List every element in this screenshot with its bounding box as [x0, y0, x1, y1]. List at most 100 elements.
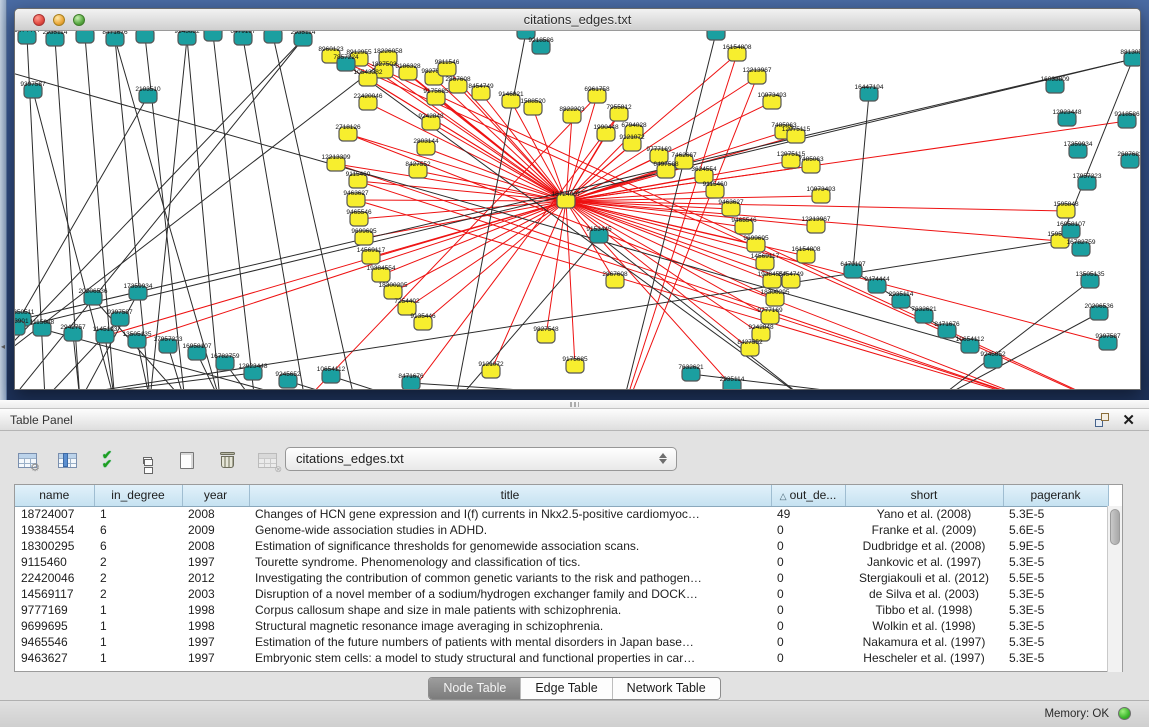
network-canvas[interactable]: 1872400789601238912955182260581827503818… — [15, 31, 1140, 390]
graph-node[interactable]: 2687682 — [1117, 151, 1140, 168]
graph-node[interactable]: 8186328 — [395, 63, 421, 80]
graph-node[interactable]: 19384554 — [367, 265, 396, 282]
graph-node[interactable]: 16154808 — [723, 44, 752, 61]
graph-node[interactable]: 2935114 — [291, 31, 316, 46]
graph-node[interactable]: 7632621 — [911, 306, 937, 323]
table-cell[interactable]: 2012 — [182, 570, 249, 586]
table-cell[interactable]: 5.3E-5 — [1003, 586, 1108, 602]
graph-node[interactable]: 2867608 — [445, 76, 471, 93]
table-cell[interactable]: 2003 — [182, 586, 249, 602]
graph-node[interactable]: 8454749 — [468, 83, 494, 100]
table-cell[interactable]: 1997 — [182, 634, 249, 650]
table-row[interactable]: 977716911998Corpus callosum shape and si… — [15, 602, 1108, 618]
graph-node[interactable]: 8813054 — [1120, 49, 1140, 66]
graph-node[interactable]: 9465546 — [346, 209, 372, 226]
table-cell[interactable]: 5.3E-5 — [1003, 634, 1108, 650]
table-cell[interactable]: 18300295 — [15, 538, 94, 554]
graph-node[interactable]: 6479197 — [230, 31, 256, 45]
graph-node[interactable]: 9463627 — [718, 199, 744, 216]
table-cell[interactable]: 0 — [771, 522, 845, 538]
table-cell[interactable]: 2009 — [182, 522, 249, 538]
graph-node[interactable]: 16033809 — [199, 31, 228, 41]
table-cell[interactable]: 1 — [94, 602, 182, 618]
table-cell[interactable]: 5.3E-5 — [1003, 602, 1108, 618]
table-cell[interactable]: Investigating the contribution of common… — [249, 570, 771, 586]
graph-node[interactable]: 9397587 — [107, 309, 133, 326]
table-row[interactable]: 911546021997Tourette syndrome. Phenomeno… — [15, 554, 1108, 570]
table-cell[interactable]: Stergiakouli et al. (2012) — [845, 570, 1003, 586]
graph-node[interactable]: 9218586 — [528, 37, 554, 54]
graph-node[interactable]: 1588520 — [520, 98, 546, 115]
memory-status-indicator[interactable] — [1118, 707, 1131, 720]
table-cell[interactable]: de Silva et al. (2003) — [845, 586, 1003, 602]
graph-node[interactable]: 17957223 — [1073, 173, 1102, 190]
table-cell[interactable]: 5.3E-5 — [1003, 618, 1108, 634]
table-row[interactable]: 1456911722003Disruption of a novel membe… — [15, 586, 1108, 602]
column-header-name[interactable]: name — [15, 485, 94, 506]
row-height-button[interactable] — [134, 447, 160, 473]
graph-node[interactable]: 2867608 — [602, 271, 628, 288]
table-cell[interactable]: 5.3E-5 — [1003, 554, 1108, 570]
table-cell[interactable]: 5.6E-5 — [1003, 522, 1108, 538]
graph-node[interactable]: 9245652 — [980, 351, 1006, 368]
table-cell[interactable]: 9463627 — [15, 650, 94, 666]
table-cell[interactable]: Estimation of the future numbers of pati… — [249, 634, 771, 650]
graph-node[interactable]: 9153445 — [586, 226, 612, 243]
table-cell[interactable]: 6 — [94, 522, 182, 538]
table-cell[interactable]: Wolkin et al. (1998) — [845, 618, 1003, 634]
table-cell[interactable]: Franke et al. (2009) — [845, 522, 1003, 538]
graph-node[interactable]: 13505135 — [1076, 271, 1105, 288]
graph-node[interactable]: 9474444 — [15, 31, 40, 44]
table-cell[interactable]: 49 — [771, 506, 845, 522]
graph-node[interactable]: 8427552 — [737, 339, 763, 356]
table-row[interactable]: 1938455462009Genome-wide association stu… — [15, 522, 1108, 538]
column-header-title[interactable]: title — [249, 485, 771, 506]
table-cell[interactable]: 0 — [771, 570, 845, 586]
graph-node[interactable]: 20206536 — [79, 288, 108, 305]
table-cell[interactable]: 2008 — [182, 506, 249, 522]
table-cell[interactable]: Embryonic stem cells: a model to study s… — [249, 650, 771, 666]
column-header-in_degree[interactable]: in_degree — [94, 485, 182, 506]
graph-node[interactable]: 2803144 — [413, 138, 439, 155]
graph-node[interactable]: 16447194 — [855, 84, 884, 101]
graph-node[interactable]: 14569117 — [751, 253, 780, 270]
table-cell[interactable]: Tourette syndrome. Phenomenology and cla… — [249, 554, 771, 570]
graph-node[interactable]: 9115460 — [703, 181, 728, 198]
graph-node[interactable]: 1595848 — [1053, 201, 1079, 218]
table-cell[interactable]: 0 — [771, 618, 845, 634]
graph-node[interactable]: 9245652 — [174, 31, 200, 45]
table-settings-button[interactable]: ⚙ — [14, 447, 40, 473]
graph-node[interactable]: 8471676 — [102, 31, 128, 46]
graph-node[interactable]: 9121072 — [619, 134, 645, 151]
graph-node[interactable]: 7632621 — [678, 364, 704, 381]
table-cell[interactable]: 0 — [771, 538, 845, 554]
table-cell[interactable]: 0 — [771, 602, 845, 618]
table-cell[interactable]: 1 — [94, 634, 182, 650]
graph-node[interactable]: 9827548 — [533, 326, 559, 343]
graph-node[interactable]: 2935114 — [720, 376, 745, 390]
table-cell[interactable]: 0 — [771, 634, 845, 650]
table-row[interactable]: 946362711997Embryonic stem cells: a mode… — [15, 650, 1108, 666]
table-cell[interactable]: 9465546 — [15, 634, 94, 650]
tab-node-table[interactable]: Node Table — [429, 678, 520, 699]
table-cell[interactable]: 1997 — [182, 650, 249, 666]
split-pane-divider[interactable] — [0, 400, 1149, 409]
column-header-year[interactable]: year — [182, 485, 249, 506]
network-window-titlebar[interactable]: citations_edges.txt — [15, 9, 1140, 31]
tab-edge-table[interactable]: Edge Table — [520, 678, 611, 699]
table-cell[interactable]: 9699695 — [15, 618, 94, 634]
table-row[interactable]: 946554611997Estimation of the future num… — [15, 634, 1108, 650]
table-cell[interactable]: 6 — [94, 538, 182, 554]
tab-network-table[interactable]: Network Table — [612, 678, 720, 699]
table-cell[interactable]: 19384554 — [15, 522, 94, 538]
float-panel-icon[interactable] — [1095, 413, 1109, 427]
table-cell[interactable]: Structural magnetic resonance image aver… — [249, 618, 771, 634]
table-cell[interactable]: Changes of HCN gene expression and I(f) … — [249, 506, 771, 522]
graph-node[interactable]: 20206536 — [1085, 303, 1114, 320]
graph-node[interactable]: 9474444 — [260, 31, 286, 43]
table-row[interactable]: 1830029562008Estimation of significance … — [15, 538, 1108, 554]
graph-node[interactable]: 16782759 — [211, 353, 240, 370]
graph-node[interactable]: 9397587 — [20, 81, 46, 98]
graph-node[interactable]: 9121072 — [478, 361, 504, 378]
table-cell[interactable]: Estimation of significance thresholds fo… — [249, 538, 771, 554]
